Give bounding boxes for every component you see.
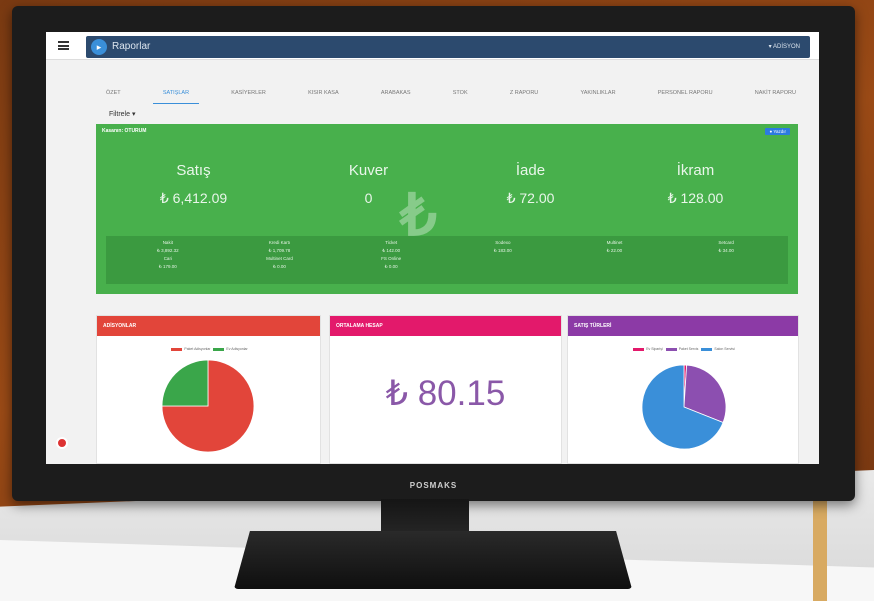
menu-icon[interactable] [58, 41, 69, 50]
tab-arabakas[interactable]: ARABAKAS [371, 88, 421, 104]
screen: ▸ Raporlar ▾ ADİSYON ÖZET SATIŞLAR KASİY… [46, 32, 819, 464]
tab-yakinliklar[interactable]: YAKINLIKLAR [570, 88, 625, 104]
panel-ortalama-hesap: ORTALAMA HESAP ₺ 80.15 [329, 315, 562, 464]
breakdown-cell: ₺ 0.00 [273, 264, 286, 269]
metric-label: Satış [176, 162, 211, 179]
tab-kasiyerler[interactable]: KASİYERLER [221, 88, 276, 104]
metric-label: İkram [676, 162, 715, 179]
breakdown-cell [559, 256, 671, 262]
tab-stok[interactable]: STOK [443, 88, 478, 104]
top-bar: ▸ Raporlar ▾ ADİSYON [46, 32, 819, 60]
summary-title: Kasanın: OTURUM [102, 128, 147, 134]
metric-value: ₺ 128.00 [667, 190, 724, 206]
tab-nakit-raporu[interactable]: NAKİT RAPORU [745, 88, 806, 104]
metric-value: ₺ 6,412.09 [159, 190, 228, 206]
metric-satis: Satış ₺ 6,412.09 [106, 162, 281, 207]
app-header: ▸ Raporlar ▾ ADİSYON [86, 36, 810, 58]
breakdown-cell: Cari [163, 256, 172, 261]
app-logo-icon[interactable]: ▸ [91, 39, 107, 55]
metric-ikram: İkram ₺ 128.00 [608, 162, 783, 207]
summary-panel: Kasanın: OTURUM ● Yazdır Satış ₺ 6,412.0… [96, 124, 798, 294]
breakdown-cell [670, 256, 782, 262]
breakdown-cell: ₺ 183.00 [493, 248, 512, 253]
panel-title: ORTALAMA HESAP [330, 316, 561, 336]
tab-ozet[interactable]: ÖZET [96, 88, 131, 104]
breakdown-cell: ₺ 1,709.78 [268, 248, 291, 253]
metric-label: Kuver [348, 162, 389, 179]
breakdown-cell: FS Online [381, 256, 402, 261]
user-menu[interactable]: ▾ ADİSYON [769, 43, 800, 50]
app-title: Raporlar [112, 41, 151, 52]
breakdown-cell: Kredi Kartı [268, 240, 291, 245]
breakdown-cell: Setcard [718, 240, 734, 245]
panel-adisyonlar: ADİSYONLAR Paket Adisyonlar Ev Adisyonla… [96, 315, 321, 464]
monitor-base [234, 531, 632, 589]
background-pole [813, 490, 827, 601]
report-tabs: ÖZET SATIŞLAR KASİYERLER KISIR KASA ARAB… [96, 88, 806, 104]
breakdown-cell: ₺ 142.00 [382, 248, 401, 253]
breakdown-grid: Nakit Kredi Kartı Ticket Sodexo Multinet Setc… [106, 236, 788, 274]
breakdown-cell: ₺ 179.00 [158, 264, 177, 269]
filter-dropdown[interactable]: Filtrele ▾ [109, 110, 135, 118]
metric-iade: İade ₺ 72.00 [443, 162, 618, 207]
breakdown-cell: ₺ 3,892.32 [157, 248, 179, 253]
breakdown-cell: Multinet Card [266, 256, 293, 261]
tab-satislar[interactable]: SATIŞLAR [152, 88, 200, 104]
breakdown-cell: Ticket [385, 240, 398, 245]
metric-label: İade [515, 162, 546, 179]
pie-chart-adisyonlar [161, 359, 255, 453]
breakdown-cell: Sodexo [495, 240, 511, 245]
breakdown-cell [447, 256, 559, 262]
breakdown-cell [670, 264, 782, 270]
breakdown-cell: ₺ 34.00 [718, 248, 734, 253]
print-button[interactable]: ● Yazdır [765, 128, 790, 135]
tab-kisir-kasa[interactable]: KISIR KASA [298, 88, 349, 104]
breakdown-cell: Multinet [606, 240, 623, 245]
tab-personel-raporu[interactable]: PERSONEL RAPORU [648, 88, 723, 104]
tab-z-raporu[interactable]: Z RAPORU [500, 88, 548, 104]
pie-chart-satis-turleri [641, 364, 727, 450]
monitor-brand: POSMAKS [409, 481, 458, 490]
payment-breakdown: Nakit Kredi Kartı Ticket Sodexo Multinet Setc… [106, 236, 788, 284]
average-bill-value: ₺ 80.15 [385, 374, 506, 413]
breakdown-cell: ₺ 0.00 [384, 264, 398, 269]
breakdown-cell: ₺ 22.00 [606, 248, 623, 253]
metric-value: ₺ 72.00 [506, 190, 555, 206]
breakdown-cell [559, 264, 671, 270]
breakdown-cell [447, 264, 559, 270]
panel-satis-turleri: SATIŞ TÜRLERİ Ev Siparişi Paket Servis S… [567, 315, 799, 464]
pie-slice-ev-adisyonlar[interactable] [161, 359, 209, 407]
breakdown-cell: Nakit [162, 240, 173, 245]
notification-icon[interactable] [56, 437, 68, 449]
